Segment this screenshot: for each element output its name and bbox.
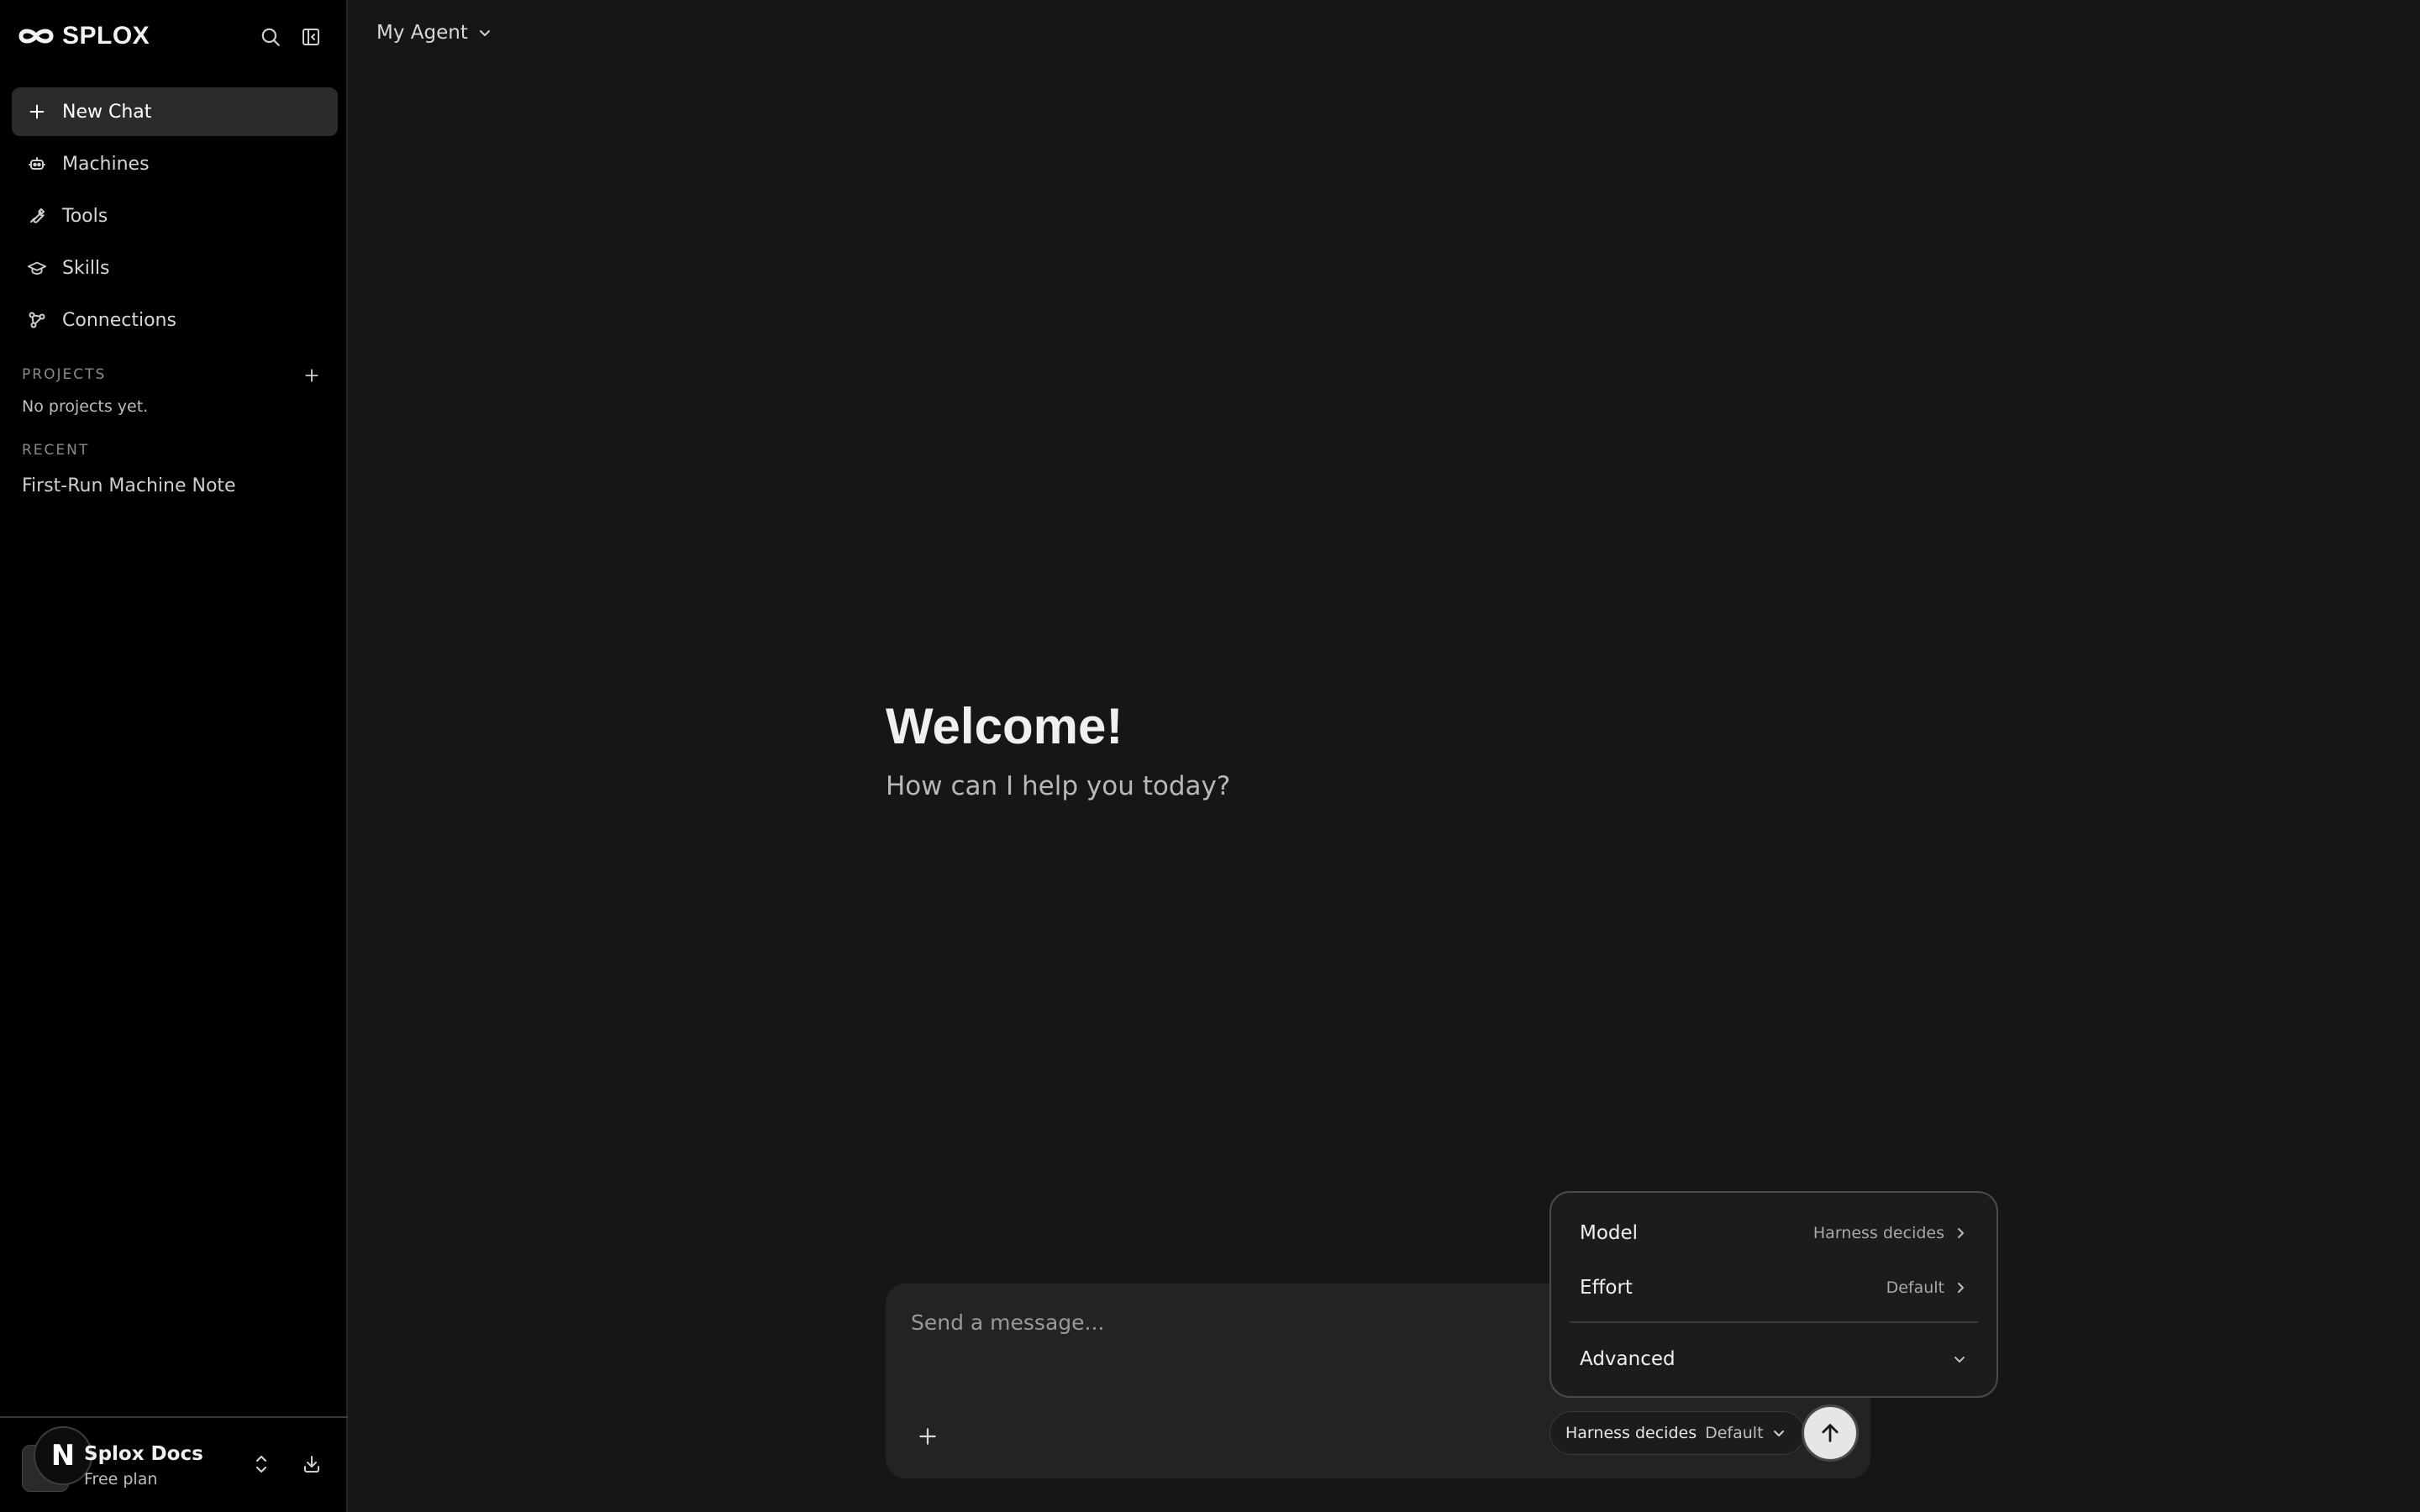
sidebar-item-label: Machines [62,153,150,175]
download-button[interactable] [299,1452,324,1477]
arrow-up-icon [1822,1424,1839,1442]
send-button[interactable] [1802,1404,1859,1462]
search-button[interactable] [257,24,284,50]
welcome-subtitle: How can I help you today? [886,771,1231,801]
menu-item-effort[interactable]: Effort Default [1580,1271,1966,1305]
sidebar-item-label: Connections [62,309,176,331]
workspace-plan: Free plan [84,1470,158,1488]
nodes-icon [27,310,47,330]
plus-icon [919,1428,936,1445]
toggle-sidebar-button[interactable] [297,24,324,50]
agent-selector[interactable]: My Agent [376,22,492,44]
sidebar-item-new-chat[interactable]: New Chat [12,87,338,136]
selected-model: Harness decides [1565,1424,1697,1442]
app-name: SPLOX [62,22,150,50]
sidebar-collapse-icon [302,29,319,45]
message-input[interactable] [911,1305,1549,1339]
sidebar-item-tools[interactable]: Tools [12,192,338,240]
app-logo[interactable]: SPLOX [17,22,150,50]
workspace-switcher[interactable]: N Splox Docs Free plan [0,1416,348,1512]
workspace-expand-button[interactable] [249,1452,274,1477]
wrench-icon [27,206,47,226]
plus-icon [27,102,47,122]
menu-item-value: Harness decides [1812,1224,1944,1242]
menu-item-label: Advanced [1580,1348,1676,1370]
agent-label: My Agent [376,22,468,44]
menu-item-advanced[interactable]: Advanced [1580,1342,1966,1376]
menu-item-model[interactable]: Model Harness decides [1580,1216,1966,1250]
download-icon [304,1456,319,1473]
sidebar-item-label: Skills [62,257,110,279]
chevron-down-icon [1773,1431,1784,1436]
model-settings-menu: Model Harness decides Effort Default Adv… [1549,1191,1998,1398]
sidebar-item-skills[interactable]: Skills [12,244,338,292]
chevron-up-down-icon [255,1455,267,1473]
chevron-right-icon [1958,1228,1964,1238]
sidebar-item-label: New Chat [62,101,152,123]
menu-item-label: Model [1580,1222,1639,1244]
sidebar: SPLOX New Chat Machines Tools Skills Con… [0,0,348,1512]
infinity-logo-icon [18,29,54,44]
selected-effort: Default [1705,1424,1764,1442]
workspace-name: Splox Docs [84,1443,203,1465]
menu-item-value: Default [1886,1278,1944,1297]
projects-empty-text: No projects yet. [22,397,149,416]
sidebar-nav: New Chat Machines Tools Skills Connectio… [12,87,338,348]
search-icon [261,28,280,46]
attach-button[interactable] [911,1420,944,1453]
chevron-down-icon [1954,1357,1965,1362]
robot-icon [27,154,47,174]
welcome-title: Welcome! [886,698,1123,754]
menu-item-label: Effort [1580,1277,1633,1299]
add-project-button[interactable] [299,363,324,388]
plus-icon [305,369,318,382]
recent-section-title: RECENT [22,442,90,459]
sidebar-item-connections[interactable]: Connections [12,296,338,344]
sidebar-item-machines[interactable]: Machines [12,139,338,188]
chevron-right-icon [1958,1283,1964,1293]
sidebar-item-label: Tools [62,205,108,227]
chevron-down-icon [479,30,490,36]
recent-chat-item[interactable]: First-Run Machine Note [22,475,236,496]
model-settings-button[interactable]: Harness decides Default [1549,1411,1805,1455]
projects-section-title: PROJECTS [22,366,107,383]
graduation-cap-icon [27,258,47,278]
menu-divider [1570,1321,1978,1323]
